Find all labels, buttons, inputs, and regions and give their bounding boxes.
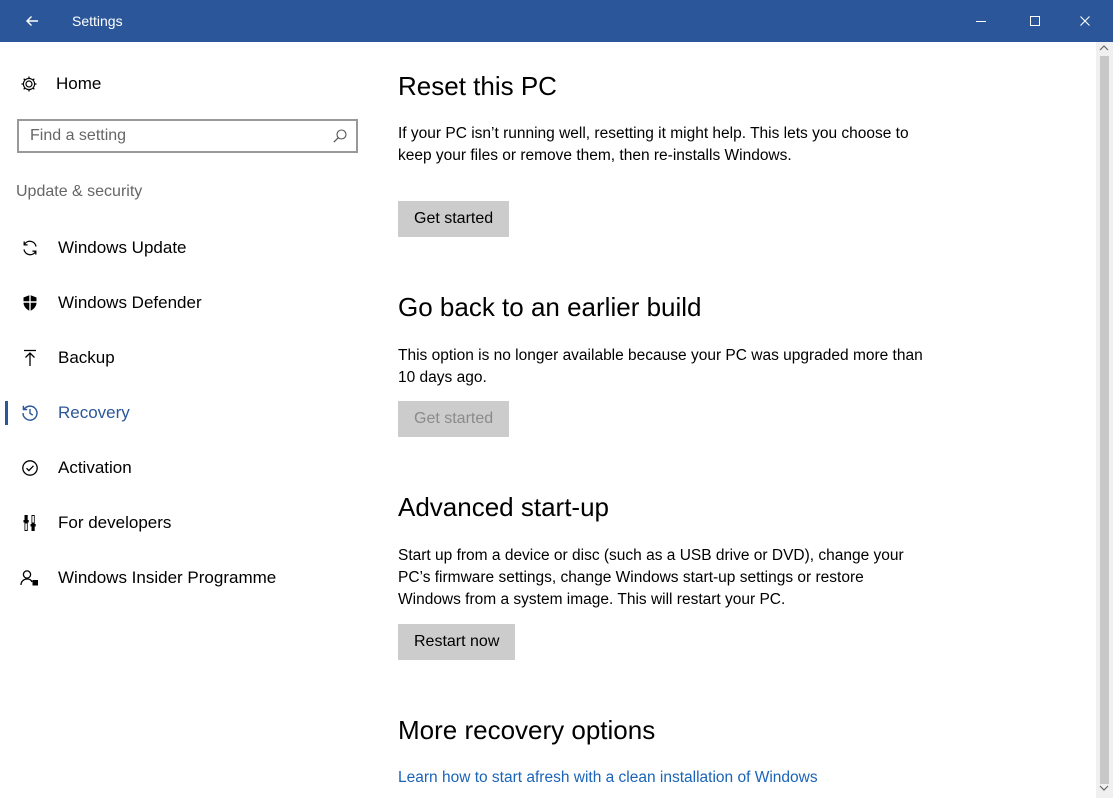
sidebar-item-windows-defender[interactable]: Windows Defender <box>0 283 370 323</box>
title-bar: Settings <box>0 0 1113 42</box>
reset-get-started-button[interactable]: Get started <box>398 201 510 237</box>
sidebar-item-label: For developers <box>58 513 172 532</box>
sidebar-item-recovery[interactable]: Recovery <box>0 393 370 433</box>
maximize-icon <box>1030 16 1040 26</box>
history-icon <box>20 403 40 423</box>
sidebar-item-label: Backup <box>58 348 115 367</box>
back-button[interactable] <box>14 0 50 42</box>
close-icon <box>1080 16 1090 26</box>
home-label: Home <box>56 74 102 93</box>
search-icon[interactable] <box>332 128 348 144</box>
sidebar-item-label: Windows Insider Programme <box>58 568 277 587</box>
go-back-get-started-button: Get started <box>398 401 510 437</box>
go-back-title: Go back to an earlier build <box>398 292 702 322</box>
home-link[interactable]: Home <box>20 72 101 96</box>
refresh-icon <box>20 238 40 258</box>
sidebar-item-label: Recovery <box>58 403 130 422</box>
search-input[interactable] <box>19 121 309 151</box>
minimize-icon <box>976 21 986 22</box>
shield-icon <box>20 293 40 313</box>
sidebar-item-windows-insider-programme[interactable]: Windows Insider Programme <box>0 558 370 598</box>
active-indicator <box>5 401 8 425</box>
scrollbar[interactable] <box>1096 42 1113 798</box>
clean-install-link[interactable]: Learn how to start afresh with a clean i… <box>398 769 818 787</box>
more-recovery-title: More recovery options <box>398 715 656 745</box>
developer-tools-icon <box>20 513 40 533</box>
search-box[interactable] <box>17 119 358 153</box>
maximize-button[interactable] <box>1012 0 1058 42</box>
close-button[interactable] <box>1062 0 1108 42</box>
sidebar-item-activation[interactable]: Activation <box>0 448 370 488</box>
sidebar-item-for-developers[interactable]: For developers <box>0 503 370 543</box>
scroll-down-arrow-icon[interactable] <box>1099 784 1109 792</box>
go-back-description: This option is no longer available becau… <box>398 347 923 386</box>
restart-now-button[interactable]: Restart now <box>398 624 516 660</box>
reset-pc-description: If your PC isn’t running well, resetting… <box>398 125 909 164</box>
sidebar: Home Update & security Windows Update <box>0 42 370 798</box>
insider-icon <box>20 568 40 588</box>
reset-pc-title: Reset this PC <box>398 71 557 101</box>
section-label: Update & security <box>16 183 143 200</box>
scroll-up-arrow-icon[interactable] <box>1099 44 1109 52</box>
check-circle-icon <box>20 458 40 478</box>
minimize-button[interactable] <box>958 0 1004 42</box>
upload-icon <box>20 348 40 368</box>
sidebar-item-backup[interactable]: Backup <box>0 338 370 378</box>
window-title: Settings <box>72 13 123 29</box>
scroll-thumb[interactable] <box>1100 56 1109 784</box>
advanced-startup-title: Advanced start-up <box>398 492 610 522</box>
sidebar-item-label: Windows Defender <box>58 293 202 312</box>
sidebar-item-label: Windows Update <box>58 238 187 257</box>
sidebar-item-windows-update[interactable]: Windows Update <box>0 228 370 268</box>
sidebar-item-label: Activation <box>58 458 132 477</box>
back-arrow-icon <box>26 16 38 26</box>
advanced-startup-description: Start up from a device or disc (such as … <box>398 547 904 608</box>
gear-icon <box>21 76 37 92</box>
main-content: Reset this PC If your PC isn’t running w… <box>398 42 1088 798</box>
